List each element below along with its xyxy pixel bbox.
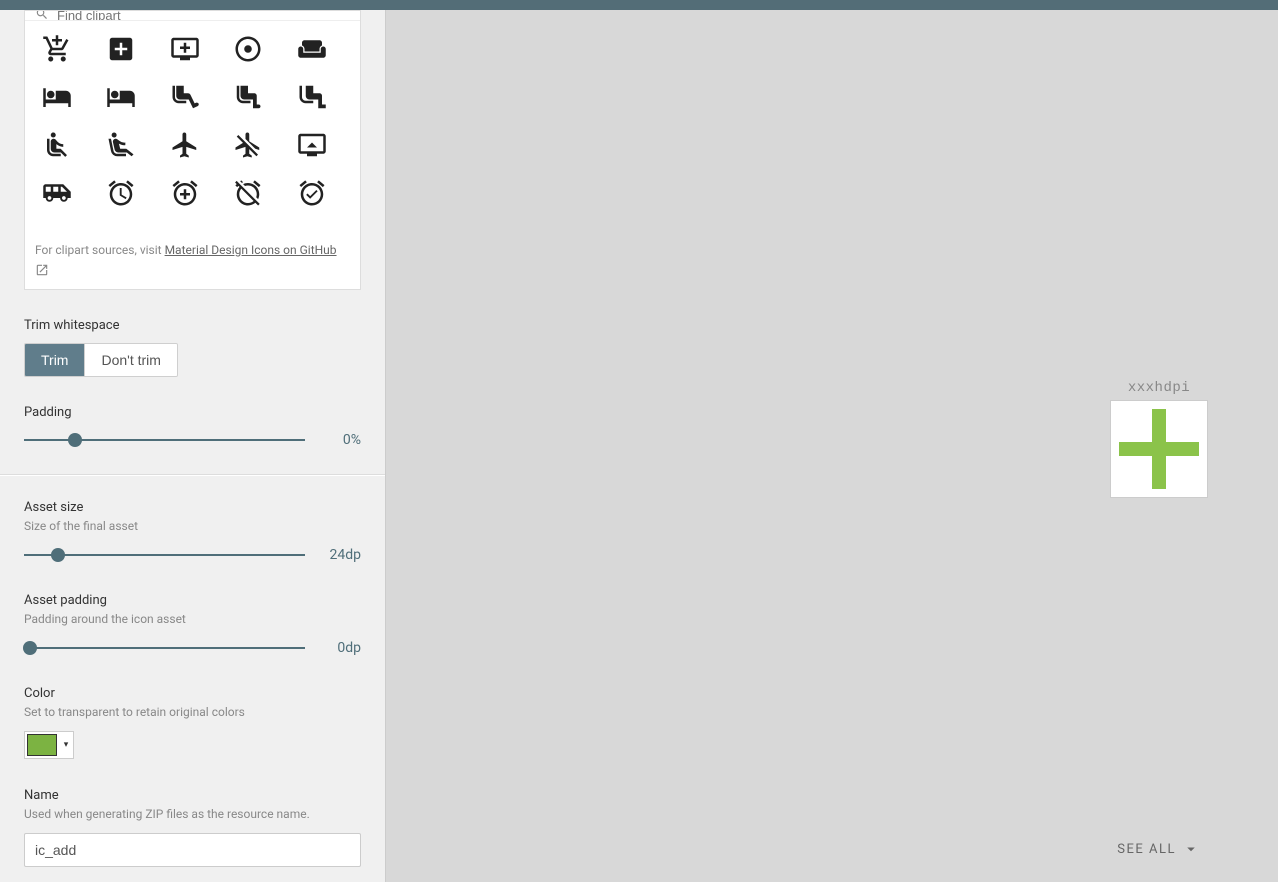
asset-size-value: 24dp (323, 547, 361, 563)
preview-density-label: xxxhdpi (1110, 380, 1208, 396)
padding-section: Padding 0% (0, 391, 385, 464)
asset-padding-label: Asset padding (24, 593, 361, 608)
name-input[interactable] (24, 833, 361, 867)
seat-icon[interactable] (163, 75, 207, 119)
see-all-label: SEE ALL (1117, 842, 1176, 857)
airport-shuttle-icon[interactable] (35, 171, 79, 215)
asset-padding-sub: Padding around the icon asset (24, 612, 361, 626)
clipart-footer-text: For clipart sources, visit (35, 243, 165, 257)
clipart-grid (25, 21, 360, 221)
open-in-new-icon (35, 263, 49, 277)
color-section: Color Set to transparent to retain origi… (0, 672, 385, 774)
asset-size-slider[interactable] (24, 545, 305, 565)
color-label: Color (24, 686, 361, 701)
seat-recline-extra-icon[interactable] (99, 123, 143, 167)
clipart-search-input[interactable] (57, 11, 350, 21)
preview-box (1110, 400, 1208, 498)
asset-padding-section: Asset padding Padding around the icon as… (0, 579, 385, 672)
padding-slider[interactable] (24, 430, 305, 450)
local-hotel-icon[interactable] (99, 75, 143, 119)
airplane-icon[interactable] (163, 123, 207, 167)
clipart-search-row (25, 11, 360, 21)
adjust-icon[interactable] (226, 27, 270, 71)
preview-card: xxxhdpi (1110, 380, 1208, 498)
color-picker[interactable]: ▾ (24, 731, 74, 759)
name-sub: Used when generating ZIP files as the re… (24, 807, 361, 821)
trim-button[interactable]: Trim (25, 344, 84, 376)
clipart-footer-link[interactable]: Material Design Icons on GitHub (165, 243, 337, 257)
trim-toggle: Trim Don't trim (24, 343, 178, 377)
alarm-icon[interactable] (99, 171, 143, 215)
top-bar (0, 0, 1278, 10)
padding-value: 0% (323, 432, 361, 448)
search-icon (35, 11, 49, 21)
dont-trim-button[interactable]: Don't trim (84, 344, 176, 376)
alarm-off-icon[interactable] (226, 171, 270, 215)
alarm-on-icon[interactable] (290, 171, 334, 215)
name-label: Name (24, 788, 361, 803)
seat-recline-normal-icon[interactable] (35, 123, 79, 167)
trim-label: Trim whitespace (24, 318, 361, 333)
clipart-grid-scroll[interactable] (25, 21, 360, 231)
add-to-queue-icon[interactable] (163, 27, 207, 71)
asset-padding-value: 0dp (323, 640, 361, 656)
preview-area: xxxhdpi SEE ALL (386, 10, 1278, 882)
seat-legroom-icon[interactable] (226, 75, 270, 119)
asset-size-sub: Size of the final asset (24, 519, 361, 533)
name-section: Name Used when generating ZIP files as t… (0, 774, 385, 881)
chevron-down-icon: ▾ (59, 740, 73, 750)
trim-section: Trim whitespace Trim Don't trim (0, 304, 385, 391)
padding-label: Padding (24, 405, 361, 420)
cast-icon[interactable] (290, 123, 334, 167)
add-box-icon[interactable] (99, 27, 143, 71)
seat-legroom-extra-icon[interactable] (290, 75, 334, 119)
asset-padding-slider[interactable] (24, 638, 305, 658)
see-all-button[interactable]: SEE ALL (1117, 840, 1200, 858)
asset-size-label: Asset size (24, 500, 361, 515)
plus-icon (1115, 405, 1203, 493)
airplane-off-icon[interactable] (226, 123, 270, 167)
sidebar: For clipart sources, visit Material Desi… (0, 10, 386, 882)
chevron-down-icon (1182, 840, 1200, 858)
color-swatch (27, 734, 57, 756)
color-sub: Set to transparent to retain original co… (24, 705, 361, 719)
add-shopping-cart-icon[interactable] (35, 27, 79, 71)
hotel-icon[interactable] (35, 75, 79, 119)
clipart-panel: For clipart sources, visit Material Desi… (24, 10, 361, 290)
alarm-add-icon[interactable] (163, 171, 207, 215)
asset-size-section: Asset size Size of the final asset 24dp (0, 475, 385, 579)
weekend-icon[interactable] (290, 27, 334, 71)
clipart-footer: For clipart sources, visit Material Desi… (25, 231, 360, 289)
